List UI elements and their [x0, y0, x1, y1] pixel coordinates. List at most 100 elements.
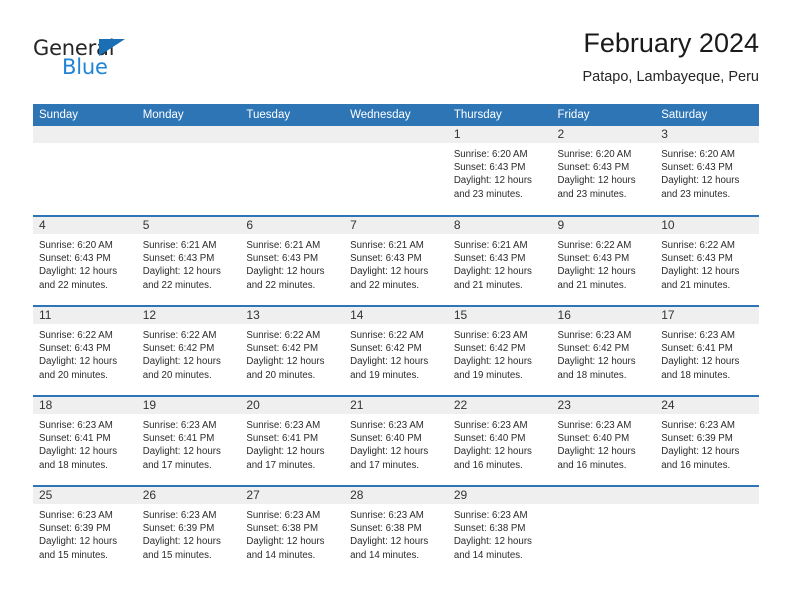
day-number: 17 [655, 307, 759, 324]
calendar-day-cell-empty [344, 126, 448, 216]
calendar-day-cell[interactable]: 4 Sunrise: 6:20 AM Sunset: 6:43 PM Daylight… [33, 215, 137, 306]
daylight-text-line1: Daylight: 12 hours [246, 446, 325, 458]
day-number: 24 [655, 397, 759, 414]
sunset-text: Sunset: 6:40 PM [350, 433, 422, 445]
calendar-day-cell-empty [33, 126, 137, 216]
daylight-text-line2: and 18 minutes. [661, 369, 731, 381]
triangle-icon [99, 39, 125, 56]
day-number: 25 [33, 487, 137, 504]
day-details: Sunrise: 6:23 AM Sunset: 6:38 PM Daylight:… [344, 504, 448, 562]
daylight-text-line2: and 16 minutes. [453, 459, 523, 471]
day-number: 11 [33, 307, 137, 324]
calendar-day-cell[interactable]: 23 Sunrise: 6:23 AM Sunset: 6:40 PM Dayligh… [551, 395, 656, 486]
calendar-day-cell[interactable]: 28 Sunrise: 6:23 AM Sunset: 6:38 PM Dayligh… [344, 485, 448, 576]
calendar-day-cell[interactable]: 5 Sunrise: 6:21 AM Sunset: 6:43 PM Daylight… [136, 215, 241, 306]
calendar-day-cell[interactable]: 1 Sunrise: 6:20 AM Sunset: 6:43 PM Daylight… [447, 126, 552, 216]
daylight-text-line2: and 20 minutes. [142, 369, 212, 381]
sunrise-text: Sunrise: 6:23 AM [350, 510, 424, 521]
page-subtitle: Patapo, Lambayeque, Peru [582, 69, 759, 85]
day-details: Sunrise: 6:23 AM Sunset: 6:42 PM Daylight:… [552, 324, 656, 382]
sunrise-text: Sunrise: 6:23 AM [661, 330, 735, 341]
calendar-day-cell[interactable]: 13 Sunrise: 6:22 AM Sunset: 6:42 PM Dayligh… [240, 305, 345, 396]
daylight-text-line1: Daylight: 12 hours [142, 356, 221, 368]
sunset-text: Sunset: 6:43 PM [453, 162, 526, 174]
calendar-day-cell[interactable]: 2 Sunrise: 6:20 AM Sunset: 6:43 PM Daylight… [551, 126, 656, 216]
calendar-day-cell[interactable]: 15 Sunrise: 6:23 AM Sunset: 6:42 PM Dayligh… [447, 305, 552, 396]
daylight-text-line2: and 23 minutes. [453, 188, 523, 200]
calendar-day-cell[interactable]: 25 Sunrise: 6:23 AM Sunset: 6:39 PM Dayligh… [33, 485, 137, 576]
daylight-text-line1: Daylight: 12 hours [557, 356, 636, 368]
day-details: Sunrise: 6:23 AM Sunset: 6:40 PM Daylight:… [552, 414, 656, 472]
day-details: Sunrise: 6:21 AM Sunset: 6:43 PM Daylight:… [448, 234, 552, 292]
calendar-day-cell[interactable]: 26 Sunrise: 6:23 AM Sunset: 6:39 PM Dayligh… [136, 485, 241, 576]
sunrise-text: Sunrise: 6:23 AM [39, 420, 113, 431]
sunset-text: Sunset: 6:43 PM [246, 253, 319, 265]
calendar-day-cell[interactable]: 20 Sunrise: 6:23 AM Sunset: 6:41 PM Dayligh… [240, 395, 345, 486]
sunrise-text: Sunrise: 6:23 AM [661, 420, 735, 431]
day-number: 19 [136, 397, 241, 414]
calendar-day-cell[interactable]: 24 Sunrise: 6:23 AM Sunset: 6:39 PM Dayligh… [655, 395, 759, 486]
sunset-text: Sunset: 6:42 PM [350, 343, 422, 355]
sunrise-text: Sunrise: 6:23 AM [142, 420, 217, 431]
calendar-day-cell[interactable]: 8 Sunrise: 6:21 AM Sunset: 6:43 PM Daylight… [447, 215, 552, 306]
calendar-day-cell[interactable]: 10 Sunrise: 6:22 AM Sunset: 6:43 PM Dayligh… [655, 215, 759, 306]
calendar-day-cell[interactable]: 3 Sunrise: 6:20 AM Sunset: 6:43 PM Daylight… [655, 126, 759, 216]
calendar-day-cell[interactable]: 27 Sunrise: 6:23 AM Sunset: 6:38 PM Dayligh… [240, 485, 345, 576]
day-details: Sunrise: 6:23 AM Sunset: 6:40 PM Daylight:… [344, 414, 448, 472]
daylight-text-line1: Daylight: 12 hours [453, 266, 532, 278]
daylight-text-line2: and 23 minutes. [661, 188, 731, 200]
calendar-day-cell[interactable]: 7 Sunrise: 6:21 AM Sunset: 6:43 PM Daylight… [344, 215, 448, 306]
day-details: Sunrise: 6:23 AM Sunset: 6:39 PM Daylight:… [655, 414, 759, 472]
calendar-day-cell-empty [136, 126, 241, 216]
calendar-day-cell-empty [551, 485, 656, 576]
calendar-day-cell[interactable]: 16 Sunrise: 6:23 AM Sunset: 6:42 PM Dayligh… [551, 305, 656, 396]
sunset-text: Sunset: 6:42 PM [453, 343, 526, 355]
sunset-text: Sunset: 6:43 PM [661, 162, 733, 174]
sunset-text: Sunset: 6:40 PM [453, 433, 526, 445]
day-number: 23 [551, 397, 656, 414]
sunrise-text: Sunrise: 6:23 AM [142, 510, 217, 521]
daylight-text-line1: Daylight: 12 hours [142, 266, 221, 278]
weekday-header-sunday: Sunday [33, 104, 137, 126]
calendar-day-cell[interactable]: 29 Sunrise: 6:23 AM Sunset: 6:38 PM Dayligh… [447, 485, 552, 576]
daylight-text-line1: Daylight: 12 hours [453, 175, 532, 187]
day-number: 3 [655, 126, 759, 143]
calendar-day-cell[interactable]: 21 Sunrise: 6:23 AM Sunset: 6:40 PM Dayligh… [344, 395, 448, 486]
daylight-text-line2: and 14 minutes. [350, 549, 420, 561]
day-details: Sunrise: 6:20 AM Sunset: 6:43 PM Daylight:… [552, 143, 656, 201]
daylight-text-line1: Daylight: 12 hours [39, 356, 118, 368]
day-details: Sunrise: 6:23 AM Sunset: 6:38 PM Daylight:… [448, 504, 552, 562]
calendar-day-cell[interactable]: 22 Sunrise: 6:23 AM Sunset: 6:40 PM Dayligh… [447, 395, 552, 486]
calendar-day-cell[interactable]: 19 Sunrise: 6:23 AM Sunset: 6:41 PM Dayligh… [136, 395, 241, 486]
sunrise-text: Sunrise: 6:20 AM [39, 240, 113, 251]
sunset-text: Sunset: 6:41 PM [246, 433, 319, 445]
day-number: 1 [447, 126, 552, 143]
daylight-text-line2: and 16 minutes. [661, 459, 731, 471]
daylight-text-line1: Daylight: 12 hours [350, 536, 429, 548]
calendar-day-cell[interactable]: 14 Sunrise: 6:22 AM Sunset: 6:42 PM Dayligh… [344, 305, 448, 396]
calendar-week-row: 18 Sunrise: 6:23 AM Sunset: 6:41 PM Dayligh… [33, 395, 759, 486]
calendar-day-cell[interactable]: 17 Sunrise: 6:23 AM Sunset: 6:41 PM Dayligh… [655, 305, 759, 396]
daylight-text-line1: Daylight: 12 hours [39, 266, 118, 278]
day-details: Sunrise: 6:23 AM Sunset: 6:41 PM Daylight:… [137, 414, 241, 472]
sunrise-text: Sunrise: 6:22 AM [246, 330, 321, 341]
daylight-text-line2: and 14 minutes. [246, 549, 316, 561]
calendar-day-cell[interactable]: 6 Sunrise: 6:21 AM Sunset: 6:43 PM Daylight… [240, 215, 345, 306]
sunset-text: Sunset: 6:38 PM [246, 523, 319, 535]
calendar-day-cell[interactable]: 12 Sunrise: 6:22 AM Sunset: 6:42 PM Dayligh… [136, 305, 241, 396]
sunset-text: Sunset: 6:39 PM [39, 523, 111, 535]
sunset-text: Sunset: 6:41 PM [142, 433, 215, 445]
day-details: Sunrise: 6:22 AM Sunset: 6:42 PM Daylight:… [137, 324, 241, 382]
calendar-day-cell[interactable]: 9 Sunrise: 6:22 AM Sunset: 6:43 PM Daylight… [551, 215, 656, 306]
daylight-text-line1: Daylight: 12 hours [453, 356, 532, 368]
calendar-page: General Blue February 2024 Patapo, Lamba… [0, 0, 792, 612]
daylight-text-line1: Daylight: 12 hours [661, 356, 740, 368]
calendar-day-cell[interactable]: 18 Sunrise: 6:23 AM Sunset: 6:41 PM Dayligh… [33, 395, 137, 486]
daylight-text-line1: Daylight: 12 hours [246, 356, 325, 368]
daylight-text-line2: and 19 minutes. [453, 369, 523, 381]
calendar-day-cell[interactable]: 11 Sunrise: 6:22 AM Sunset: 6:43 PM Dayligh… [33, 305, 137, 396]
day-number [240, 126, 345, 143]
daylight-text-line2: and 17 minutes. [246, 459, 316, 471]
weekday-header-saturday: Saturday [655, 104, 759, 126]
calendar-day-cell-empty [240, 126, 345, 216]
